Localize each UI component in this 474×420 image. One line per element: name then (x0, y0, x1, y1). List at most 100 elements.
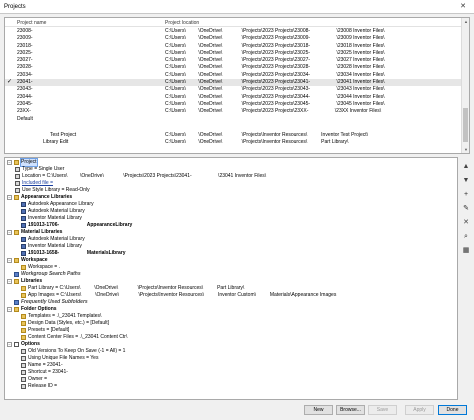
tree-folder-options[interactable]: Folder Options (21, 306, 57, 313)
library-icon (21, 237, 26, 242)
sub-project-row[interactable]: Library Edit C:\Users\ \OneDrive\ \Projec… (5, 139, 461, 146)
project-row[interactable]: 23043- C:\Users\ \OneDrive\ \Projects\202… (5, 86, 461, 93)
project-row[interactable]: 23028- C:\Users\ \OneDrive\ \Projects\202… (5, 64, 461, 71)
project-name: 23045- (17, 100, 33, 107)
tree-type[interactable]: Type = Single User (22, 166, 64, 173)
add-path-plus-icon[interactable]: + (461, 189, 471, 199)
collapse-icon[interactable]: − (7, 279, 12, 284)
tree-folder-item[interactable]: Design Data (Styles, etc.) = [Default] (28, 320, 109, 327)
active-project-check-icon: ✓ (7, 79, 13, 86)
tree-material-item[interactable]: Autodesk Material Library (28, 236, 85, 243)
tree-options[interactable]: Options (21, 341, 40, 348)
tree-option-item[interactable]: Name = 23041- (28, 362, 63, 369)
tree-included-file[interactable]: Included file = (22, 180, 53, 187)
tree-library-item[interactable]: Part Library = C:\Users\ \OneDrive\ \Pro… (28, 285, 244, 292)
project-location: C:\Users\ \OneDrive\ \Projects\2023 Proj… (165, 49, 385, 56)
library-icon[interactable]: ▦ (461, 245, 471, 255)
project-row[interactable]: 23018- C:\Users\ \OneDrive\ \Projects\202… (5, 43, 461, 50)
tree-workspace-item[interactable]: Workspace = . (28, 264, 60, 271)
tree-workgroup-search-paths[interactable]: Workgroup Search Paths (21, 271, 81, 278)
project-location: C:\Users\ \OneDrive\ \Projects\2023 Proj… (165, 28, 385, 34)
tree-style-library[interactable]: Use Style Library = Read-Only (22, 187, 90, 194)
sub-project-row[interactable]: Test Project C:\Users\ \OneDrive\ \Projec… (5, 132, 461, 139)
project-row[interactable]: 23044- C:\Users\ \OneDrive\ \Projects\202… (5, 94, 461, 101)
sub-project-location: C:\Users\ \OneDrive\ \Projects\Inventor … (165, 139, 349, 146)
collapse-icon[interactable]: − (7, 195, 12, 200)
up-arrow-icon[interactable]: ▲ (461, 161, 471, 171)
setting-icon (21, 363, 26, 368)
tree-workspace[interactable]: Workspace (21, 257, 48, 264)
collapse-icon[interactable]: − (7, 307, 12, 312)
project-row[interactable]: Default (5, 116, 461, 123)
library-icon (21, 216, 26, 221)
tree-library-item[interactable]: App Images = C:\Users\ \OneDrive\ \Proje… (28, 292, 336, 299)
project-row[interactable]: ✓ 23041- C:\Users\ \OneDrive\ \Projects\20… (5, 79, 461, 87)
setting-icon (21, 377, 26, 382)
sub-project-location: C:\Users\ \OneDrive\ \Projects\Inventor … (165, 132, 369, 138)
project-name: 23027- (17, 57, 33, 64)
scroll-down-arrow-icon[interactable]: ▼ (462, 146, 470, 153)
project-name: 23043- (17, 86, 33, 93)
tree-folder-item[interactable]: Templates = .\_23041 Templates\ (28, 313, 101, 320)
project-row[interactable]: 23009- C:\Users\ \OneDrive\ \Projects\202… (5, 35, 461, 42)
tree-option-item[interactable]: Using Unique File Names = Yes (28, 355, 98, 362)
setting-icon (15, 167, 20, 172)
tree-appearance-libraries[interactable]: Appearance Libraries (21, 194, 72, 201)
tree-frequently-used-subfolders[interactable]: Frequently Used Subfolders (21, 299, 88, 306)
setting-icon (15, 188, 20, 193)
project-row[interactable]: 23XX- C:\Users\ \OneDrive\ \Projects\2023… (5, 108, 461, 115)
scroll-up-arrow-icon[interactable]: ▲ (462, 18, 470, 25)
tree-option-item[interactable]: Owner = (28, 376, 47, 383)
column-project-name[interactable]: Project name (17, 20, 46, 26)
project-name: 23009- (17, 35, 33, 42)
tree-location[interactable]: Location = C:\Users\ \OneDrive\ \Project… (22, 173, 266, 180)
project-row[interactable]: 23034- C:\Users\ \OneDrive\ \Projects\202… (5, 72, 461, 79)
project-location: C:\Users\ \OneDrive\ \Projects\2023 Proj… (165, 79, 385, 86)
browse-button[interactable]: Browse... (336, 405, 365, 415)
project-name: 23XX- (17, 108, 31, 115)
collapse-icon[interactable]: − (7, 258, 12, 263)
tree-project[interactable]: Project (20, 158, 38, 167)
remove-icon[interactable]: ✕ (461, 217, 471, 227)
tree-appearance-item[interactable]: Autodesk Appearance Library (28, 201, 94, 208)
new-button[interactable]: New (304, 405, 333, 415)
tree-libraries[interactable]: Libraries (21, 278, 42, 285)
tree-material-custom[interactable]: 191013-1658- MaterialsLibrary (28, 250, 126, 257)
project-location: C:\Users\ \OneDrive\ \Projects\2023 Proj… (165, 57, 385, 64)
project-list-header: Project name Project location (5, 18, 463, 27)
collapse-icon[interactable]: − (7, 342, 12, 347)
sub-project-name: Test Project (50, 132, 77, 138)
find-icon[interactable]: ⌕ (461, 231, 471, 241)
project-row[interactable]: 23027- C:\Users\ \OneDrive\ \Projects\202… (5, 57, 461, 64)
collapse-icon[interactable]: − (7, 230, 12, 235)
library-icon (21, 209, 26, 214)
down-arrow-icon[interactable]: ▼ (461, 175, 471, 185)
tree-material-libraries[interactable]: Material Libraries (21, 229, 62, 236)
setting-icon (21, 370, 26, 375)
tree-appearance-item[interactable]: Inventor Material Library (28, 215, 82, 222)
save-button[interactable]: Save (368, 405, 397, 415)
project-name: 23041- (17, 79, 33, 86)
project-row[interactable]: 23045- C:\Users\ \OneDrive\ \Projects\202… (5, 101, 461, 108)
scroll-thumb[interactable] (463, 108, 468, 142)
done-button[interactable]: Done (438, 405, 467, 415)
close-button[interactable]: ✕ (455, 2, 471, 12)
folder-icon (14, 195, 19, 200)
tree-option-item[interactable]: Shortcut = 23041- (28, 369, 68, 376)
apply-button[interactable]: Apply (405, 405, 434, 415)
project-list-scrollbar[interactable]: ▲ ▼ (461, 18, 469, 153)
tree-option-item[interactable]: Release ID = (28, 383, 57, 390)
options-icon (14, 342, 19, 347)
project-row[interactable]: 23025- C:\Users\ \OneDrive\ \Projects\202… (5, 50, 461, 57)
collapse-icon[interactable]: − (7, 160, 12, 165)
project-row[interactable]: 23008- C:\Users\ \OneDrive\ \Projects\202… (5, 28, 461, 35)
column-project-location[interactable]: Project location (165, 20, 199, 26)
folder-icon (14, 272, 19, 277)
tree-appearance-custom[interactable]: 191013-1706- AppearanceLibrary (28, 222, 132, 229)
tree-appearance-item[interactable]: Autodesk Material Library (28, 208, 85, 215)
tree-folder-item[interactable]: Presets = [Default] (28, 327, 69, 334)
tree-option-item[interactable]: Old Versions To Keep On Save (-1 = All) … (28, 348, 125, 355)
edit-icon[interactable]: ✎ (461, 203, 471, 213)
tree-material-item[interactable]: Inventor Material Library (28, 243, 82, 250)
tree-folder-item[interactable]: Content Center Files = .\_23041 Content … (28, 334, 127, 341)
